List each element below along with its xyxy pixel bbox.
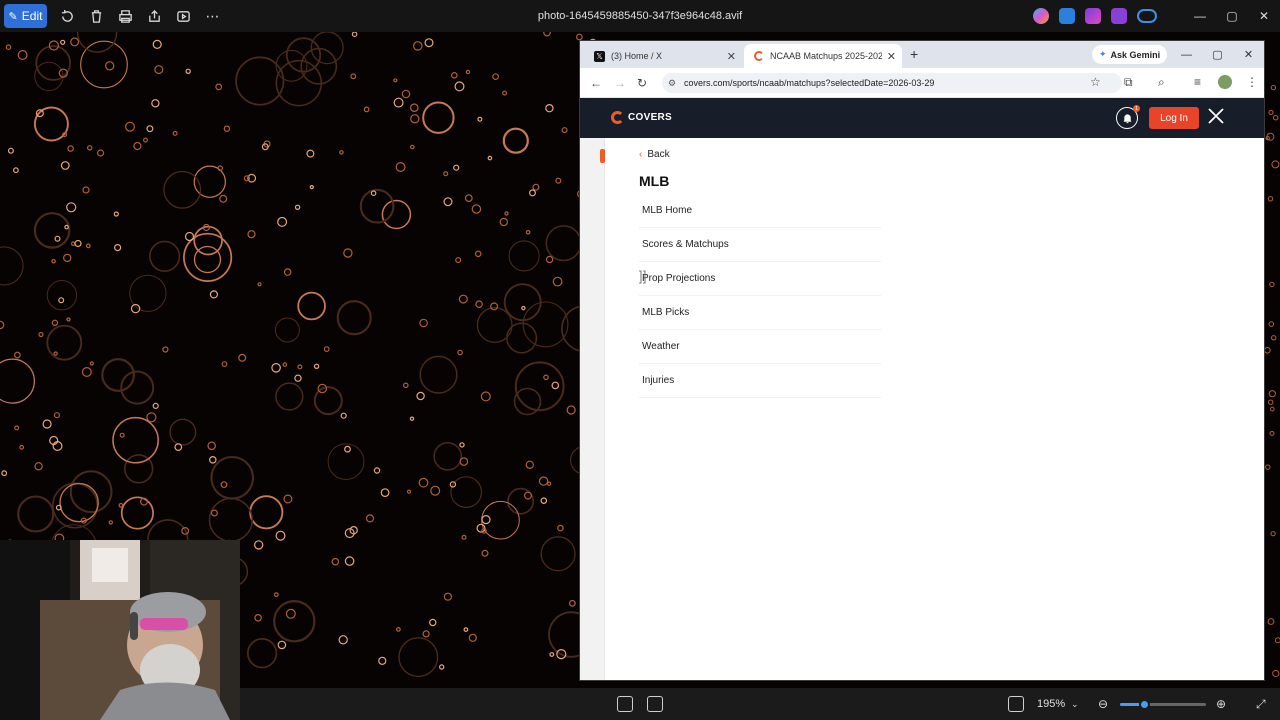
- photo-viewer-toolbar: ✎ Edit ⋯ photo-1645459885450-347f3e964c4…: [0, 0, 1280, 32]
- browser-window-controls: — ▢ ✕: [1171, 41, 1264, 68]
- address-bar: ← → ↻ ⚙ covers.com/sports/ncaab/matchups…: [580, 68, 1264, 98]
- section-title: MLB: [639, 173, 670, 189]
- copilot-icon[interactable]: [1033, 8, 1049, 24]
- reload-icon[interactable]: ↻: [637, 76, 647, 90]
- left-sidebar-strip: [580, 138, 605, 680]
- chevron-left-icon: ‹: [639, 149, 643, 160]
- google-lens-icon[interactable]: ⌕: [1158, 75, 1165, 90]
- edit-icon: ✎: [8, 10, 18, 23]
- tab-ncaab-matchups[interactable]: NCAAB Matchups 2025-2026 - ✕: [744, 44, 902, 68]
- close-icon[interactable]: ✕: [1248, 0, 1280, 32]
- bookmark-star-icon[interactable]: ☆: [1090, 75, 1101, 89]
- zoom-in-icon[interactable]: ⊕: [1216, 697, 1226, 711]
- fullscreen-icon[interactable]: ⤢: [1256, 697, 1266, 712]
- edit-button[interactable]: ✎ Edit: [4, 4, 47, 28]
- notification-badge: 1: [1133, 105, 1140, 112]
- ask-gemini-button[interactable]: ✦ Ask Gemini: [1092, 45, 1168, 64]
- back-arrow-icon[interactable]: ←: [590, 76, 602, 90]
- site-header: COVERS 1 Log In: [580, 98, 1264, 138]
- slideshow-icon[interactable]: [169, 4, 198, 28]
- tab-label: NCAAB Matchups 2025-2026 -: [770, 51, 882, 61]
- url-field[interactable]: ⚙ covers.com/sports/ncaab/matchups?selec…: [662, 73, 1122, 93]
- back-label: Back: [647, 149, 670, 160]
- designer-icon[interactable]: [1059, 8, 1075, 24]
- share-icon[interactable]: [140, 4, 169, 28]
- menu-item-mlb-picks[interactable]: MLB Picks: [639, 296, 881, 330]
- zoom-slider[interactable]: [1120, 699, 1206, 710]
- delete-icon[interactable]: [82, 4, 111, 28]
- visual-search-icon[interactable]: [617, 696, 633, 712]
- close-tab-icon[interactable]: ✕: [727, 50, 736, 63]
- nav-menu-panel: ‹ Back MLB MLB Home Scores & Matchups Pr…: [580, 138, 1264, 680]
- extensions-icon[interactable]: ⧉: [1124, 75, 1133, 90]
- maximize-icon[interactable]: ▢: [1202, 41, 1233, 68]
- rotate-icon[interactable]: [53, 4, 82, 28]
- menu-item-mlb-home[interactable]: MLB Home: [639, 194, 881, 228]
- zoom-out-icon[interactable]: ⊖: [1098, 697, 1108, 711]
- site-info-icon[interactable]: ⚙: [668, 78, 676, 89]
- zoom-dropdown-chevron-icon[interactable]: ⌄: [1071, 699, 1079, 710]
- onedrive-icon[interactable]: [1137, 9, 1157, 23]
- covers-logo-icon: [754, 51, 764, 61]
- media-controls-icon[interactable]: ≡: [1194, 75, 1201, 89]
- close-icon[interactable]: ✕: [1233, 41, 1264, 68]
- tab-label: (3) Home / X: [611, 51, 663, 61]
- active-indicator: [600, 149, 605, 163]
- webcam-overlay: [0, 540, 240, 720]
- webcam-feed: [0, 540, 240, 720]
- video-editor-icon[interactable]: [1111, 8, 1127, 24]
- edit-label: Edit: [21, 9, 43, 23]
- back-link[interactable]: ‹ Back: [639, 149, 670, 160]
- browser-window: 𝕏 (3) Home / X ✕ NCAAB Matchups 2025-202…: [579, 40, 1265, 681]
- minimize-icon[interactable]: —: [1184, 0, 1216, 32]
- gemini-icon: ✦: [1099, 49, 1107, 59]
- minimize-icon[interactable]: —: [1171, 41, 1202, 68]
- logo-text: COVERS: [628, 112, 673, 123]
- covers-logo[interactable]: COVERS: [611, 111, 672, 124]
- menu-item-scores-matchups[interactable]: Scores & Matchups: [639, 228, 881, 262]
- forward-arrow-icon[interactable]: →: [614, 76, 626, 90]
- new-tab-icon[interactable]: +: [910, 46, 918, 62]
- text-cursor-icon: [639, 270, 646, 284]
- covers-logo-icon: [611, 111, 624, 124]
- ocr-text-icon[interactable]: [647, 696, 663, 712]
- menu-item-prop-projections[interactable]: Prop Projections: [639, 262, 881, 296]
- mlb-menu: MLB Home Scores & Matchups Prop Projecti…: [639, 194, 881, 398]
- app-shortcuts: [1033, 8, 1157, 24]
- x-logo-icon: 𝕏: [594, 50, 605, 62]
- login-button[interactable]: Log In: [1149, 107, 1199, 129]
- close-tab-icon[interactable]: ✕: [887, 50, 896, 63]
- close-menu-icon[interactable]: [1206, 106, 1226, 126]
- clipchamp-icon[interactable]: [1085, 8, 1101, 24]
- menu-item-weather[interactable]: Weather: [639, 330, 881, 364]
- file-title: photo-1645459885450-347f3e964c48.avif: [537, 10, 743, 22]
- ask-gemini-label: Ask Gemini: [1110, 49, 1161, 60]
- menu-item-injuries[interactable]: Injuries: [639, 364, 881, 398]
- zoom-level[interactable]: 195%: [1037, 698, 1065, 710]
- profile-avatar[interactable]: [1218, 75, 1232, 89]
- zoom-slider-thumb[interactable]: [1139, 699, 1151, 710]
- fit-to-window-icon[interactable]: [1008, 696, 1024, 712]
- desktop: ✎ Edit ⋯ photo-1645459885450-347f3e964c4…: [0, 0, 1280, 720]
- tab-bar: 𝕏 (3) Home / X ✕ NCAAB Matchups 2025-202…: [580, 41, 1264, 68]
- tab-x-home[interactable]: 𝕏 (3) Home / X ✕: [584, 44, 742, 68]
- browser-menu-icon[interactable]: ⋮: [1246, 75, 1258, 89]
- url-text: covers.com/sports/ncaab/matchups?selecte…: [684, 78, 935, 88]
- print-icon[interactable]: [111, 4, 140, 28]
- window-controls: — ▢ ✕: [1184, 0, 1280, 32]
- maximize-icon[interactable]: ▢: [1216, 0, 1248, 32]
- more-icon[interactable]: ⋯: [198, 4, 227, 28]
